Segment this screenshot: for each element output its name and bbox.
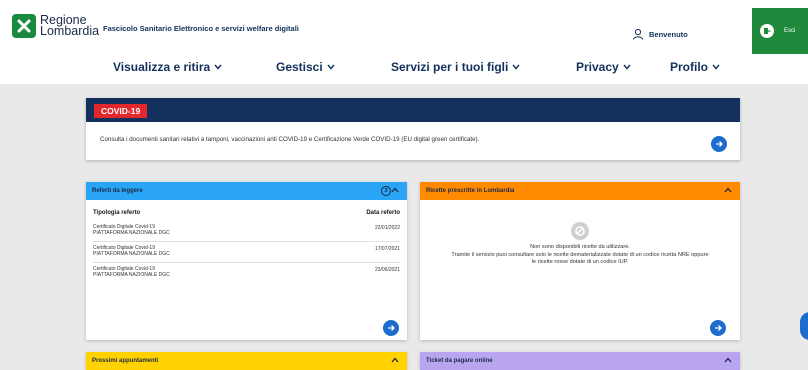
chevron-up-icon[interactable] (724, 187, 732, 193)
appuntamenti-card: Prossimi appuntamenti (86, 352, 407, 370)
ricette-open-button[interactable] (710, 320, 726, 336)
chevron-up-icon[interactable] (391, 187, 399, 193)
nav-label: Servizi per i tuoi figli (391, 60, 509, 74)
logo-text: Regione Lombardia (40, 14, 100, 38)
ricette-title: Ricette prescritte in Lombardia (426, 188, 515, 194)
logout-icon (760, 24, 774, 38)
row-source: PIATTAFORMA NAZIONALE DGC (93, 251, 170, 257)
assistant-side-button[interactable] (800, 312, 808, 340)
nav-privacy[interactable]: Privacy (576, 60, 631, 74)
logout-button[interactable]: Esci (752, 8, 808, 54)
ticket-title: Ticket da pagare online (426, 358, 493, 364)
nav-label: Profilo (670, 60, 708, 74)
nav-label: Privacy (576, 60, 619, 74)
table-row[interactable]: Certificato Digitale Covid-19 PIATTAFORM… (93, 245, 400, 263)
chevron-down-icon (214, 64, 222, 70)
nav-visualizza-e-ritira[interactable]: Visualizza e ritira (113, 60, 222, 74)
arrow-right-icon (715, 325, 722, 331)
ricette-empty-state: Non sono disponibili ricette da utilizza… (420, 202, 740, 267)
nav-gestisci[interactable]: Gestisci (276, 60, 335, 74)
user-icon (633, 28, 643, 40)
covid-banner: COVID-19 Consulta i documenti sanitari r… (86, 98, 740, 160)
site-header: Regione Lombardia Fascicolo Sanitario El… (0, 0, 808, 84)
col-data: Data referto (366, 210, 400, 216)
row-source: PIATTAFORMA NAZIONALE DGC (93, 230, 170, 236)
row-title: Certificato Digitale Covid-19 PIATTAFORM… (93, 266, 170, 284)
col-tipologia: Tipologia referto (93, 210, 141, 216)
chevron-down-icon (712, 64, 720, 70)
nav-label: Visualizza e ritira (113, 60, 211, 74)
ticket-card-header[interactable]: Ticket da pagare online (420, 352, 740, 370)
referti-count-badge: 3 (381, 186, 391, 196)
referti-title: Referti da leggere (92, 188, 143, 194)
covid-banner-header: COVID-19 (86, 98, 740, 122)
appuntamenti-title: Prossimi appuntamenti (92, 358, 159, 364)
referti-card: Referti da leggere 3 Tipologia referto D… (86, 182, 407, 340)
ricette-card-header[interactable]: Ricette prescritte in Lombardia (420, 182, 740, 200)
logo-line2: Lombardia (40, 24, 100, 38)
no-entry-icon (571, 222, 589, 240)
referti-card-header[interactable]: Referti da leggere 3 (86, 182, 407, 200)
row-date: 22/01/2022 (374, 225, 400, 231)
row-title: Certificato Digitale Covid-19 PIATTAFORM… (93, 224, 170, 241)
referti-table-header: Tipologia referto Data referto (93, 210, 400, 216)
chevron-up-icon[interactable] (724, 357, 732, 363)
arrow-right-icon (388, 325, 395, 331)
user-menu[interactable]: Benvenuto (632, 28, 688, 40)
ricette-empty-line1: Non sono disponibili ricette da utilizza… (530, 244, 630, 250)
appuntamenti-card-header[interactable]: Prossimi appuntamenti (86, 352, 407, 370)
regione-logo-icon (12, 14, 36, 38)
arrow-right-icon (716, 141, 723, 147)
nav-label: Gestisci (276, 60, 323, 74)
row-source: PIATTAFORMA NAZIONALE DGC (93, 272, 170, 278)
ricette-empty-line2: Tramite il servizio puoi consultare solo… (451, 251, 709, 258)
regione-lombardia-logo[interactable]: Regione Lombardia (12, 14, 99, 38)
covid-description: Consulta i documenti sanitari relativi a… (100, 136, 480, 143)
ticket-card: Ticket da pagare online (420, 352, 740, 370)
chevron-up-icon[interactable] (391, 357, 399, 363)
chevron-down-icon (512, 64, 520, 70)
row-title: Certificato Digitale Covid-19 PIATTAFORM… (93, 245, 170, 262)
site-tagline: Fascicolo Sanitario Elettronico e serviz… (103, 24, 299, 33)
table-row[interactable]: Certificato Digitale Covid-19 PIATTAFORM… (93, 266, 400, 284)
referti-open-button[interactable] (383, 320, 399, 336)
chevron-down-icon (327, 64, 335, 70)
covid-open-button[interactable] (711, 136, 727, 152)
logout-label: Esci (784, 28, 796, 34)
nav-profilo[interactable]: Profilo (670, 60, 720, 74)
nav-servizi-per-i-tuoi-figli[interactable]: Servizi per i tuoi figli (391, 60, 520, 74)
row-date: 23/06/2021 (374, 267, 400, 273)
chevron-down-icon (623, 64, 631, 70)
ricette-empty-line3: le ricette rosse dotate di un codice IUP… (531, 259, 629, 265)
welcome-label: Benvenuto (649, 29, 688, 39)
covid-title: COVID-19 (94, 104, 148, 118)
table-row[interactable]: Certificato Digitale Covid-19 PIATTAFORM… (93, 224, 400, 242)
row-date: 17/07/2021 (374, 246, 400, 252)
main-nav: Visualizza e ritira Gestisci Servizi per… (0, 60, 808, 78)
ricette-card: Ricette prescritte in Lombardia Non sono… (420, 182, 740, 340)
